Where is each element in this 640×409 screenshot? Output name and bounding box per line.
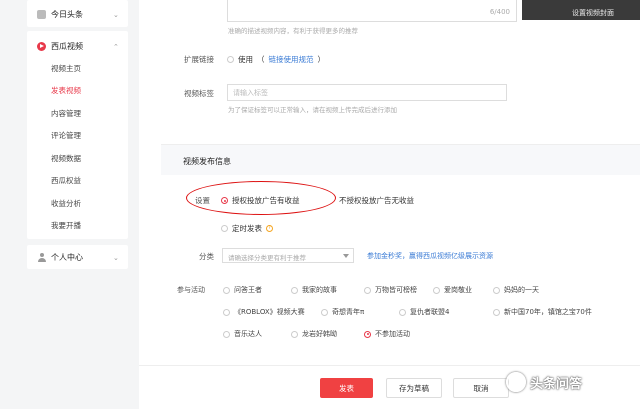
activity-option-label: 《ROBLOX》视频大赛 — [234, 308, 305, 316]
sidebar-item-publish-video[interactable]: 发表视频 — [51, 85, 81, 96]
sidebar-personal-card[interactable]: 个人中心 ⌄ — [27, 245, 128, 269]
sidebar-item-comment-management[interactable]: 评论管理 — [51, 130, 81, 141]
scheduled-label: 定时发表 — [232, 224, 262, 233]
activity-option[interactable]: 音乐达人 — [223, 329, 262, 339]
chevron-down-icon: ⌄ — [113, 10, 119, 19]
cover-preview[interactable]: 设置视频封面 — [522, 0, 640, 20]
activity-option[interactable]: 《ROBLOX》视频大赛 — [223, 307, 305, 317]
radio-dot — [364, 286, 371, 294]
caret-down-icon — [343, 254, 349, 258]
category-select[interactable]: 请确选择分类更有利于推荐 — [222, 248, 354, 263]
radio-dot — [399, 308, 406, 316]
watermark-text: 头条问答 — [530, 376, 583, 392]
video-tags-label: 视频标签 — [184, 89, 214, 98]
sidebar-top-label: 今日头条 — [51, 10, 83, 19]
radio-dot — [223, 308, 230, 316]
activity-label: 参与活动 — [177, 286, 205, 294]
watermark: 头条问答 — [506, 372, 582, 392]
activity-option[interactable]: 奇想青年π — [321, 307, 364, 317]
publish-form: 6/400 准确的描述视频内容，有利于获得更多的推荐 设置视频封面 扩展链接 使… — [139, 0, 640, 365]
extension-link-label: 扩展链接 — [184, 55, 214, 64]
scheduled-publish-checkbox[interactable]: 定时发表 ? — [221, 223, 273, 234]
annotation-circle — [186, 181, 336, 215]
activity-option[interactable]: 爱岗敬业 — [433, 285, 472, 295]
radio-dot — [291, 286, 298, 294]
radio-dot — [227, 56, 234, 63]
sidebar-xigua-card: 西瓜视频 ⌃ 视频主页 发表视频 内容管理 评论管理 视频数据 西瓜权益 收益分… — [27, 31, 128, 239]
sidebar-item-toutiao[interactable]: 今日头条 ⌄ — [37, 9, 119, 20]
help-icon[interactable]: ? — [266, 225, 273, 232]
activity-option-label: 龙岩好韩呦 — [302, 330, 337, 338]
activity-option-label: 万物皆可榜榜 — [375, 286, 417, 294]
tags-input-box[interactable] — [227, 84, 507, 101]
user-icon — [37, 253, 46, 262]
activity-option-label: 奇想青年π — [332, 308, 365, 316]
ad-decline-label: 不授权投放广告无收益 — [339, 196, 414, 205]
paren-close: ） — [317, 55, 326, 64]
description-textarea[interactable]: 6/400 — [227, 0, 517, 22]
sidebar-toutiao-card[interactable]: 今日头条 ⌄ — [27, 0, 128, 27]
radio-dot — [493, 308, 500, 316]
radio-dot — [223, 286, 230, 294]
sidebar: 今日头条 ⌄ 西瓜视频 ⌃ 视频主页 发表视频 内容管理 评论管理 视频数据 西… — [27, 0, 128, 409]
sidebar-section-xigua[interactable]: 西瓜视频 ⌃ — [37, 41, 119, 52]
golden-second-award-link[interactable]: 参加金秒奖，赢得西瓜视频亿级展示资源 — [367, 251, 493, 261]
chevron-up-icon: ⌃ — [113, 42, 119, 51]
sidebar-item-xigua-rights[interactable]: 西瓜权益 — [51, 175, 81, 186]
description-hint: 准确的描述视频内容，有利于获得更多的推荐 — [228, 27, 358, 35]
activity-option[interactable]: 龙岩好韩呦 — [291, 329, 337, 339]
sidebar-item-content-management[interactable]: 内容管理 — [51, 108, 81, 119]
sidebar-item-personal-center[interactable]: 个人中心 ⌄ — [37, 252, 119, 263]
ad-decline-radio[interactable]: 不授权投放广告无收益 — [339, 195, 414, 206]
extension-use-radio[interactable]: 使用 （ 链接使用规范） — [227, 54, 325, 65]
description-counter: 6/400 — [489, 8, 510, 16]
link-usage-rules-link[interactable]: 链接使用规范 — [269, 54, 314, 65]
chevron-down-icon: ⌄ — [113, 253, 119, 262]
category-placeholder: 请确选择分类更有利于推荐 — [228, 254, 306, 262]
tags-hint: 为了保证标签可以正常输入，请在视频上传完成后进行添加 — [228, 106, 397, 114]
sidebar-section-label: 西瓜视频 — [51, 42, 83, 51]
radio-dot — [321, 308, 328, 316]
activity-option-label: 爱岗敬业 — [444, 286, 472, 294]
activity-option-label: 新中国70年，镇馆之宝70件 — [504, 308, 592, 316]
radio-dot — [493, 286, 500, 294]
activity-option-label: 妈妈的一天 — [504, 286, 539, 294]
activity-option-label: 音乐达人 — [234, 330, 262, 338]
activity-option[interactable]: 妈妈的一天 — [493, 285, 539, 295]
save-draft-button[interactable]: 存为草稿 — [386, 378, 442, 398]
extension-option-label: 使用 — [238, 55, 253, 64]
toutiao-icon — [37, 10, 46, 19]
publish-info-title: 视频发布信息 — [183, 157, 231, 166]
activity-option[interactable]: 新中国70年，镇馆之宝70件 — [493, 307, 592, 317]
activity-option[interactable]: 万物皆可榜榜 — [364, 285, 417, 295]
activity-option[interactable]: 我家的故事 — [291, 285, 337, 295]
radio-dot — [223, 330, 230, 338]
radio-dot — [291, 330, 298, 338]
activity-option[interactable]: 复仇者联盟4 — [399, 307, 449, 317]
radio-dot — [433, 286, 440, 294]
radio-dot — [221, 225, 228, 232]
category-label: 分类 — [199, 252, 214, 261]
sidebar-item-revenue-analysis[interactable]: 收益分析 — [51, 198, 81, 209]
publish-info-header: 视频发布信息 — [161, 145, 640, 175]
activity-option-label: 我家的故事 — [302, 286, 337, 294]
sidebar-item-go-live[interactable]: 我要开播 — [51, 220, 81, 231]
activity-option-label: 问答王者 — [234, 286, 262, 294]
watermark-logo-icon — [506, 372, 526, 392]
set-cover-label: 设置视频封面 — [572, 9, 614, 17]
sidebar-item-video-home[interactable]: 视频主页 — [51, 63, 81, 74]
sidebar-personal-label: 个人中心 — [51, 253, 83, 262]
activity-option-label: 不参加活动 — [375, 330, 410, 338]
tags-input[interactable] — [228, 85, 506, 100]
activity-option[interactable]: 问答王者 — [223, 285, 262, 295]
radio-dot-selected — [364, 330, 371, 338]
sidebar-item-video-data[interactable]: 视频数据 — [51, 153, 81, 164]
activity-option-selected[interactable]: 不参加活动 — [364, 329, 410, 339]
activity-option-label: 复仇者联盟4 — [410, 308, 450, 316]
cancel-button[interactable]: 取消 — [453, 378, 509, 398]
xigua-video-icon — [37, 42, 46, 51]
publish-button[interactable]: 发表 — [320, 378, 373, 398]
paren-open: （ — [257, 55, 265, 64]
